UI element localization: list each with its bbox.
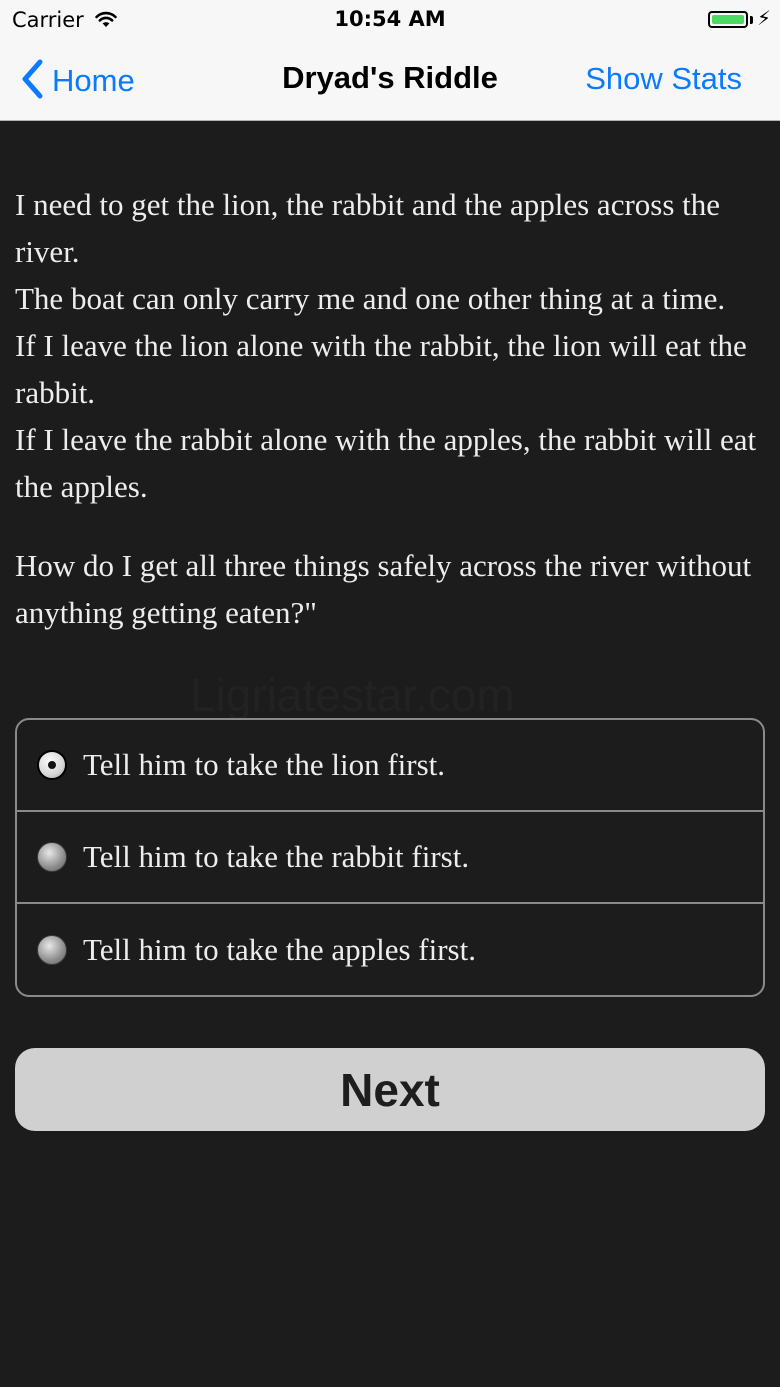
option-apples[interactable]: Tell him to take the apples first. <box>17 904 763 995</box>
navigation-bar: Home Dryad's Riddle Show Stats <box>0 40 780 121</box>
radio-button-icon[interactable] <box>37 935 67 965</box>
riddle-question: How do I get all three things safely acr… <box>15 548 752 630</box>
show-stats-button[interactable]: Show Stats <box>585 61 742 97</box>
battery-fill <box>712 15 744 24</box>
status-bar: Carrier 10:54 AM ⚡ <box>0 0 780 40</box>
riddle-line: The boat can only carry me and one other… <box>15 281 726 316</box>
battery-nub <box>750 16 753 24</box>
option-label: Tell him to take the rabbit first. <box>83 839 470 874</box>
answer-options: Tell him to take the lion first. Tell hi… <box>15 718 765 997</box>
battery-icon <box>708 11 748 28</box>
option-label: Tell him to take the apples first. <box>83 932 476 967</box>
riddle-line: If I leave the rabbit alone with the app… <box>15 422 757 504</box>
watermark-text: Ligriatestar.com <box>190 669 515 721</box>
clock: 10:54 AM <box>334 7 446 31</box>
option-lion[interactable]: Tell him to take the lion first. <box>17 720 763 812</box>
riddle-line: I need to get the lion, the rabbit and t… <box>15 187 721 269</box>
option-label: Tell him to take the lion first. <box>83 747 446 782</box>
riddle-line: If I leave the lion alone with the rabbi… <box>15 328 747 410</box>
option-rabbit[interactable]: Tell him to take the rabbit first. <box>17 812 763 904</box>
radio-button-icon[interactable] <box>37 750 67 780</box>
charging-icon: ⚡ <box>757 6 772 30</box>
next-button[interactable]: Next <box>15 1048 765 1131</box>
riddle-text: I need to get the lion, the rabbit and t… <box>15 181 760 636</box>
radio-button-icon[interactable] <box>37 842 67 872</box>
